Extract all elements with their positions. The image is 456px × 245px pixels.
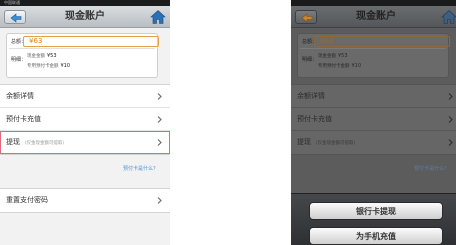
chevron-right-icon xyxy=(448,93,453,100)
withdraw-label: 提现 xyxy=(6,138,20,146)
menu-item-withdraw[interactable]: 提现 （仅金现金额可提取） xyxy=(0,131,170,154)
chevron-right-icon xyxy=(448,116,453,123)
bank-card-withdraw-button[interactable]: 银行卡提现 xyxy=(309,202,443,220)
account-menu: 余额详情 预付卡充值 提现 （仅金现金额可提取） xyxy=(291,84,456,155)
detail-label: 明细： xyxy=(11,57,27,63)
cash-amount-label: 现金金额 xyxy=(27,54,45,59)
nav-bar: 现金账户 xyxy=(0,6,170,28)
prepaid-amount-value: ¥10 xyxy=(60,63,71,69)
cash-amount-value: ¥53 xyxy=(47,53,57,59)
summary-divider xyxy=(300,48,446,49)
page-title: 现金账户 xyxy=(356,11,396,22)
menu-item-label: 余额详情 xyxy=(6,92,34,100)
password-menu: 重置支付密码 xyxy=(0,188,170,213)
prepaid-amount-value: ¥10 xyxy=(351,63,362,69)
withdraw-hint: （仅金现金额可提取） xyxy=(313,141,358,146)
total-amount-box: ¥63 xyxy=(23,36,159,47)
prepaid-card-help-link[interactable]: 预付卡是什么？ xyxy=(123,165,158,172)
prepaid-amount-line: 专用预付卡金额 ¥10 xyxy=(27,63,70,69)
phone-screen-withdraw-sheet: 现金账户 总额： ¥63 明细： 现金金额 ¥53 专用预付卡金额 ¥10 余额… xyxy=(291,0,456,245)
detail-label: 明细： xyxy=(302,57,318,63)
chevron-right-icon xyxy=(448,139,453,146)
balance-summary: 总额： ¥63 明细： 现金金额 ¥53 专用预付卡金额 ¥10 xyxy=(297,33,450,78)
menu-item-label: 重置支付密码 xyxy=(6,196,48,204)
menu-item-label: 余额详情 xyxy=(297,92,325,100)
cash-amount-value: ¥53 xyxy=(338,53,348,59)
home-icon xyxy=(441,10,456,24)
menu-item-balance-details[interactable]: 余额详情 xyxy=(0,85,170,108)
menu-item-prepaid-recharge[interactable]: 预付卡充值 xyxy=(291,108,456,131)
chevron-right-icon xyxy=(157,197,162,204)
home-button[interactable] xyxy=(441,9,456,25)
total-amount: ¥63 xyxy=(29,37,43,45)
chevron-right-icon xyxy=(157,116,162,123)
summary-divider xyxy=(9,48,155,49)
phone-recharge-button[interactable]: 为手机充值 xyxy=(309,227,443,245)
withdraw-action-sheet: 银行卡提现 为手机充值 xyxy=(291,193,456,245)
prepaid-amount-line: 专用预付卡金额 ¥10 xyxy=(318,63,361,69)
menu-item-label: 预付卡充值 xyxy=(297,115,332,123)
account-menu: 余额详情 预付卡充值 提现 （仅金现金额可提取） xyxy=(0,84,170,155)
chevron-right-icon xyxy=(157,93,162,100)
phone-screen-account: 中国联通 现金账户 总额： ¥63 明细： 现金金额 ¥53 专用预付卡金额 ¥… xyxy=(0,0,170,245)
prepaid-card-help-link[interactable]: 预付卡是什么？ xyxy=(414,165,449,172)
balance-summary: 总额： ¥63 明细： 现金金额 ¥53 专用预付卡金额 ¥10 xyxy=(6,33,159,78)
withdraw-label: 提现 xyxy=(297,138,311,146)
screenshot-canvas: 中国联通 现金账户 总额： ¥63 明细： 现金金额 ¥53 专用预付卡金额 ¥… xyxy=(0,0,456,245)
menu-item-prepaid-recharge[interactable]: 预付卡充值 xyxy=(0,108,170,131)
prepaid-amount-label: 专用预付卡金额 xyxy=(318,64,350,69)
menu-item-label: 提现 （仅金现金额可提取） xyxy=(297,131,358,155)
cash-amount-label: 现金金额 xyxy=(318,54,336,59)
withdraw-hint: （仅金现金额可提取） xyxy=(22,141,67,146)
menu-item-balance-details[interactable]: 余额详情 xyxy=(291,85,456,108)
menu-item-withdraw[interactable]: 提现 （仅金现金额可提取） xyxy=(291,131,456,154)
menu-item-label: 预付卡充值 xyxy=(6,115,41,123)
total-amount-box: ¥63 xyxy=(314,36,450,47)
home-icon xyxy=(150,10,166,24)
menu-item-reset-password[interactable]: 重置支付密码 xyxy=(0,189,170,212)
menu-item-label: 提现 （仅金现金额可提取） xyxy=(6,131,67,155)
cash-amount-line: 现金金额 ¥53 xyxy=(27,53,57,59)
nav-bar: 现金账户 xyxy=(291,6,456,28)
chevron-right-icon xyxy=(157,139,162,146)
cash-amount-line: 现金金额 ¥53 xyxy=(318,53,348,59)
carrier-text: 中国联通 xyxy=(4,0,20,5)
page-title: 现金账户 xyxy=(65,11,105,22)
home-button[interactable] xyxy=(150,9,166,25)
prepaid-amount-label: 专用预付卡金额 xyxy=(27,64,59,69)
total-amount: ¥63 xyxy=(320,37,334,45)
